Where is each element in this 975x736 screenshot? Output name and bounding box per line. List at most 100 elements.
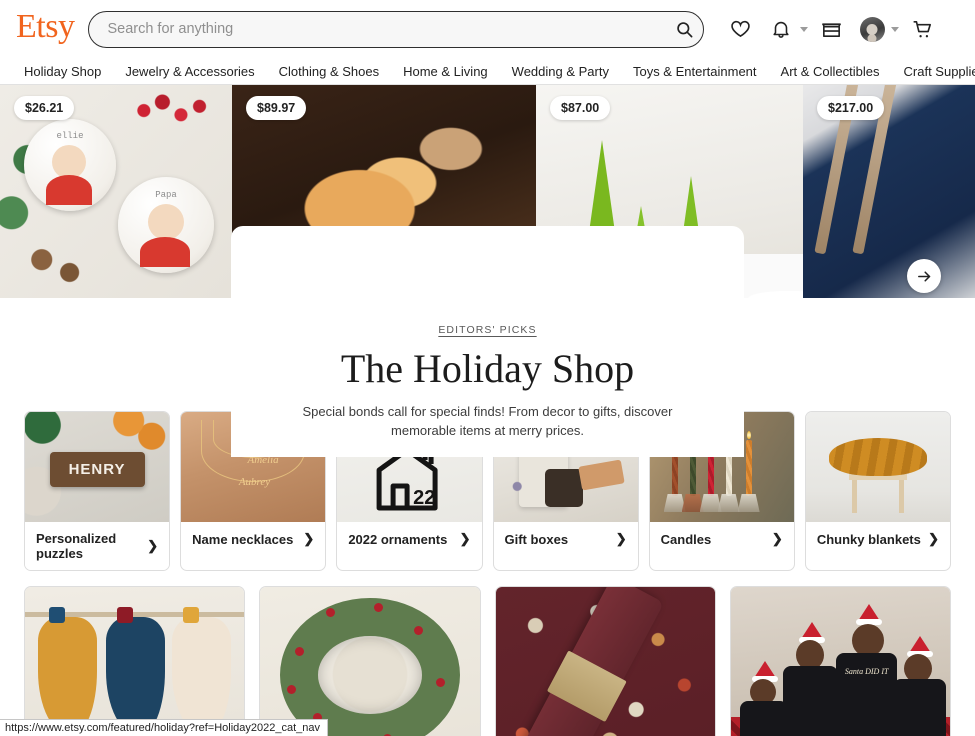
ornament-ball-2: Papa <box>118 177 214 273</box>
puzzle-name-plate: HENRY <box>49 451 145 487</box>
nav-item-clothing-shoes[interactable]: Clothing & Shoes <box>279 64 379 79</box>
category-label: Name necklaces <box>192 531 294 547</box>
candle-holder-4 <box>717 494 740 512</box>
favorites-button[interactable] <box>722 11 758 47</box>
chevron-right-icon: ❯ <box>459 531 471 546</box>
shop-manager-button[interactable] <box>813 11 849 47</box>
thumbnail-family-pajamas: Santa DID IT <box>730 587 950 736</box>
chevron-down-icon <box>891 26 900 32</box>
notifications-icon-wrap <box>763 11 799 47</box>
category-card-personalized-puzzles[interactable]: HENRY Personalized puzzles ❯ <box>24 411 171 571</box>
chevron-down-icon <box>800 26 809 32</box>
category-card-holiday-stockings[interactable]: Holiday Stockings ❯ <box>24 586 246 736</box>
ornament-face-2 <box>148 204 184 240</box>
category-label-row: Candles ❯ <box>649 522 794 556</box>
hero-price-1: $26.21 <box>14 96 75 120</box>
hero-carousel: $26.21 ellie Papa $89.97 $87.00 $217.00 <box>0 85 975 298</box>
category-card-chunky-blankets[interactable]: Chunky blankets ❯ <box>804 411 951 571</box>
nav-item-jewelry-accessories[interactable]: Jewelry & Accessories <box>125 64 254 79</box>
santa-hat-icon <box>906 636 933 657</box>
account-button[interactable] <box>854 11 900 47</box>
category-label-row: Personalized puzzles ❯ <box>25 522 170 570</box>
nav-item-holiday-shop[interactable]: Holiday Shop <box>24 64 101 79</box>
ornament-body-2 <box>140 237 190 267</box>
hero-eyebrow[interactable]: EDITORS' PICKS <box>257 324 718 336</box>
storefront-icon <box>822 22 841 37</box>
thumbnail-personalized-puzzles: HENRY <box>25 412 170 522</box>
category-card-family-pajamas[interactable]: Santa DID IT Family pajamas ❯ <box>729 586 951 736</box>
thumbnail-holiday-stockings <box>25 587 245 736</box>
chevron-right-icon: ❯ <box>771 531 783 546</box>
category-card-festive-wreaths[interactable]: Festive wreaths ❯ <box>259 586 481 736</box>
thumbnail-chunky-blankets <box>805 412 950 522</box>
ornament-body-1 <box>46 175 92 205</box>
search-input[interactable] <box>107 21 671 37</box>
stocking-cuff-1 <box>48 606 65 623</box>
wreath-berry <box>326 608 336 617</box>
santa-hat-icon <box>799 622 826 643</box>
notifications-button[interactable] <box>763 11 809 47</box>
search-button[interactable] <box>670 14 700 44</box>
arrow-right-icon <box>917 270 930 282</box>
hero-price-4: $217.00 <box>817 96 885 120</box>
person-shirt: Santa DID IT <box>835 652 898 736</box>
stocking-1 <box>38 606 98 736</box>
category-label: Personalized puzzles <box>36 531 117 561</box>
wreath-berry <box>413 625 423 635</box>
hero-title: The Holiday Shop <box>340 346 635 391</box>
hero-text-region: EDITORS' PICKS The Holiday Shop Special … <box>0 298 975 457</box>
knit-blanket-shape <box>828 438 927 476</box>
gift-jar <box>545 469 583 507</box>
nav-item-wedding-party[interactable]: Wedding & Party <box>512 64 609 79</box>
category-label: Chunky blankets <box>816 531 921 547</box>
chevron-right-icon: ❯ <box>928 531 939 546</box>
hero-price-3: $87.00 <box>550 96 611 120</box>
wreath-berry <box>374 602 384 612</box>
stocking-3 <box>171 606 232 736</box>
category-nav: Holiday Shop Jewelry & Accessories Cloth… <box>0 58 975 85</box>
category-label: Gift boxes <box>504 531 569 547</box>
gift-lavender <box>502 475 540 503</box>
wreath-berry <box>435 678 445 687</box>
category-card-gift-wrap[interactable]: Gift wrap ❯ <box>494 586 716 736</box>
wrap-roll <box>516 587 665 736</box>
hero-slide-ornaments[interactable]: $26.21 ellie Papa <box>0 85 232 298</box>
gift-soap <box>578 459 625 491</box>
family-member-mother <box>783 622 839 736</box>
chevron-right-icon: ❯ <box>147 538 159 553</box>
hero-slide-swing[interactable]: $217.00 <box>803 85 975 298</box>
chevron-right-icon: ❯ <box>615 531 627 546</box>
carousel-next-button[interactable] <box>907 259 941 293</box>
santa-hat-icon <box>751 660 778 682</box>
search-icon <box>677 21 693 37</box>
nav-item-home-living[interactable]: Home & Living <box>403 64 488 79</box>
pajama-caption: Santa DID IT <box>844 666 889 676</box>
ornament-ball-1: ellie <box>24 119 116 211</box>
person-shirt <box>739 700 788 736</box>
hero-card-top <box>231 226 744 298</box>
category-label: 2022 ornaments <box>348 531 448 547</box>
ornament-face-1 <box>52 145 86 179</box>
cart-button[interactable] <box>904 11 940 47</box>
svg-text:22: 22 <box>413 487 435 509</box>
header-icon-group <box>722 11 940 47</box>
nav-item-craft-supplies[interactable]: Craft Supplies <box>904 64 975 79</box>
family-member-child <box>739 660 788 736</box>
chevron-right-icon: ❯ <box>303 531 315 546</box>
stocking-cuff-2 <box>116 606 133 623</box>
nav-item-toys-entertainment[interactable]: Toys & Entertainment <box>633 64 757 79</box>
cart-icon <box>913 20 931 37</box>
person-shirt <box>892 679 946 736</box>
stocking-cuff-3 <box>182 606 199 623</box>
stool-shape <box>848 473 907 514</box>
search-bar[interactable] <box>88 10 705 48</box>
hero-text-card: EDITORS' PICKS The Holiday Shop Special … <box>231 298 744 457</box>
candle-5 <box>745 440 752 496</box>
family-member-father: Santa DID IT <box>835 603 898 736</box>
ornament-name-1: ellie <box>56 131 84 141</box>
nav-item-art-collectibles[interactable]: Art & Collectibles <box>781 64 880 79</box>
bell-icon <box>773 21 790 38</box>
category-grid-row2: Holiday Stockings ❯ Festive wreaths ❯ Gi… <box>0 586 975 736</box>
family-member-teen <box>892 636 946 736</box>
etsy-logo[interactable]: Etsy <box>16 10 75 48</box>
